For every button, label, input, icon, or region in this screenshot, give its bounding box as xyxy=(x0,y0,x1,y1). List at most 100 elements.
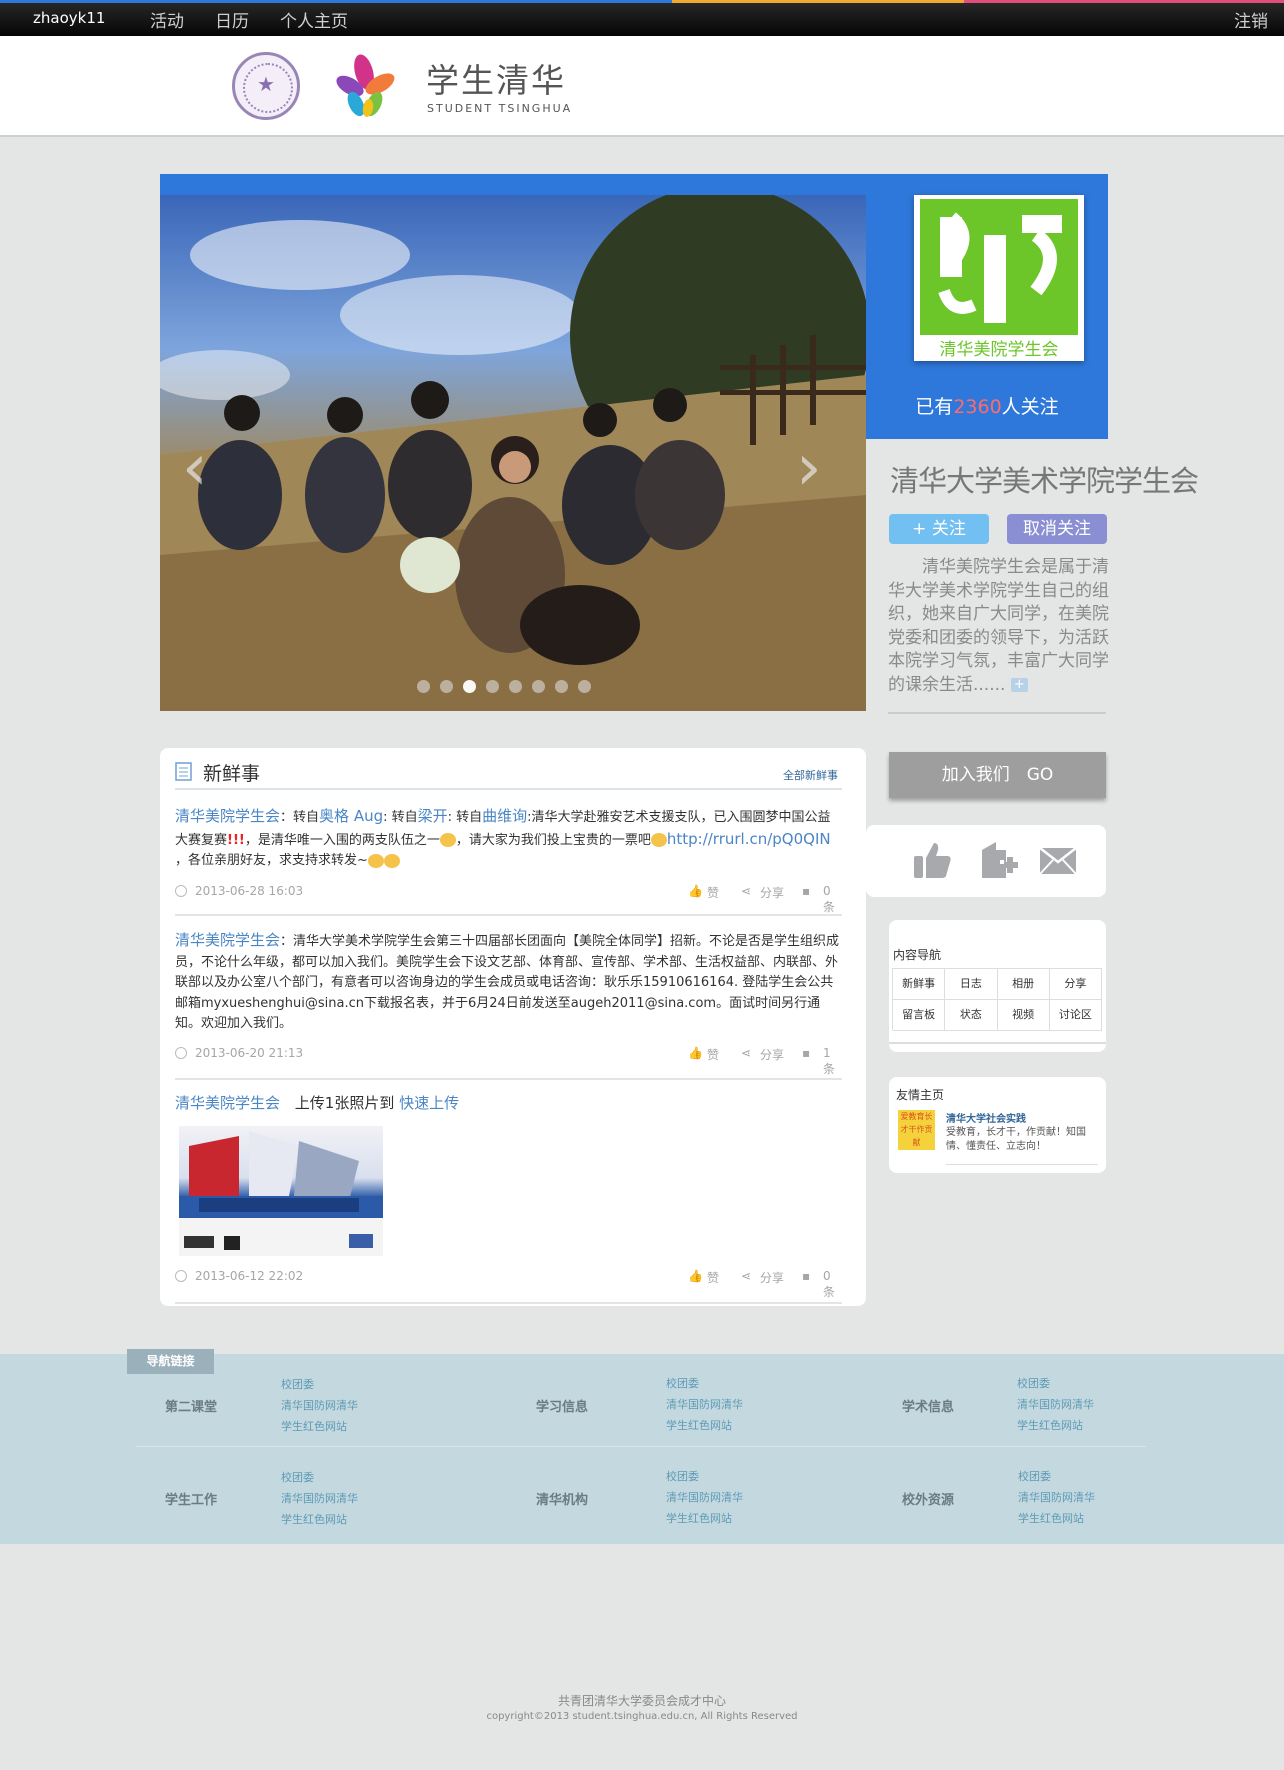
slideshow-dot[interactable] xyxy=(578,680,591,693)
nav-item-status[interactable]: 状态 xyxy=(945,1000,998,1031)
footer-link[interactable]: 学生红色网站 xyxy=(281,1418,347,1434)
slideshow-dot[interactable] xyxy=(555,680,568,693)
student-tsinghua-flower-icon[interactable] xyxy=(328,50,400,122)
nav-activities[interactable]: 活动 xyxy=(150,7,184,32)
expand-more-icon[interactable]: + xyxy=(1010,677,1028,692)
post-meta: 2013-06-28 16:03 👍 赞 ⋖ 分享 ▪ 0条 xyxy=(175,884,842,914)
uploaded-photo[interactable] xyxy=(179,1126,383,1256)
footer-link[interactable]: 学生红色网站 xyxy=(666,1417,732,1433)
footer-link[interactable]: 清华国防网清华 xyxy=(281,1397,358,1413)
share-icon[interactable]: ⋖ xyxy=(741,1046,751,1060)
footer-link[interactable]: 校团委 xyxy=(666,1375,699,1391)
footer-link[interactable]: 校团委 xyxy=(1018,1468,1051,1484)
nav-profile[interactable]: 个人主页 xyxy=(280,7,348,32)
brand-name[interactable]: 学生清华 xyxy=(426,54,566,102)
site-header: 学生清华 STUDENT TSINGHUA xyxy=(0,36,1284,137)
nav-item-album[interactable]: 相册 xyxy=(997,969,1050,1000)
all-news-link[interactable]: 全部新鲜事 xyxy=(783,767,838,783)
post-text: ，各位亲朋好友，求支持求转发~ xyxy=(175,853,368,868)
post-author-link[interactable]: 清华美院学生会 xyxy=(175,931,280,949)
feed-header xyxy=(175,758,842,790)
friend-page-link[interactable]: 清华大学社会实践 xyxy=(946,1110,1026,1125)
follow-button[interactable]: + 关注 xyxy=(889,514,989,544)
user-link[interactable]: 奥格 Aug xyxy=(319,807,383,825)
share-icon[interactable]: ⋖ xyxy=(741,1269,751,1283)
comment-icon[interactable]: ▪ xyxy=(802,884,810,898)
logout-link[interactable]: 注销 xyxy=(1234,7,1268,32)
comment-icon[interactable]: ▪ xyxy=(802,1269,810,1283)
footer-category: 校外资源 xyxy=(902,1493,955,1508)
footer-link[interactable]: 学生红色网站 xyxy=(1018,1510,1084,1526)
user-link[interactable]: 梁开 xyxy=(418,807,448,825)
divider xyxy=(889,1042,1106,1044)
footer-link[interactable]: 学生红色网站 xyxy=(666,1510,732,1526)
slideshow-dot[interactable] xyxy=(509,680,522,693)
join-us-button[interactable]: 加入我们 GO xyxy=(889,752,1106,798)
footer-category: 第二课堂 xyxy=(165,1400,218,1415)
nav-item-blog[interactable]: 日志 xyxy=(945,969,998,1000)
footer-link[interactable]: 校团委 xyxy=(666,1468,699,1484)
comment-count[interactable]: 1条 xyxy=(823,1046,842,1077)
slideshow-dot[interactable] xyxy=(417,680,430,693)
username-link[interactable]: zhaoyk11 xyxy=(33,9,105,27)
share-icon[interactable]: ⋖ xyxy=(741,884,751,898)
slideshow-next-arrow[interactable]: › xyxy=(796,431,822,505)
footer-link[interactable]: 清华国防网清华 xyxy=(666,1396,743,1412)
footer-link[interactable]: 校团委 xyxy=(281,1376,314,1392)
like-button[interactable]: 赞 xyxy=(707,884,719,901)
feed-post: 清华美院学生会：清华大学美术学院学生会第三十四届部长团面向【美院全体同学】招新。… xyxy=(175,930,842,1035)
like-button[interactable]: 赞 xyxy=(707,1046,719,1063)
footer-link[interactable]: 校团委 xyxy=(281,1469,314,1485)
comment-count[interactable]: 0条 xyxy=(823,1269,842,1300)
divider xyxy=(136,1446,1146,1447)
comment-count[interactable]: 0条 xyxy=(823,884,842,915)
nav-item-share[interactable]: 分享 xyxy=(1049,969,1102,1000)
like-icon[interactable]: 👍 xyxy=(688,1269,703,1283)
post-meta: 2013-06-20 21:13 👍 赞 ⋖ 分享 ▪ 1条 xyxy=(175,1046,842,1076)
footer-link[interactable]: 校团委 xyxy=(1017,1375,1050,1391)
nav-item-video[interactable]: 视频 xyxy=(997,1000,1050,1031)
slideshow-photo[interactable]: ‹ › xyxy=(160,195,866,711)
feed-doc-icon xyxy=(175,762,192,781)
slideshow-prev-arrow[interactable]: ‹ xyxy=(182,431,208,505)
nav-item-guestbook[interactable]: 留言板 xyxy=(893,1000,946,1031)
like-button[interactable]: 赞 xyxy=(707,1269,719,1286)
add-page-icon[interactable] xyxy=(978,840,1018,880)
footer-link[interactable]: 学生红色网站 xyxy=(1017,1417,1083,1433)
slideshow-dot[interactable] xyxy=(463,680,476,693)
nav-calendar[interactable]: 日历 xyxy=(215,7,249,32)
footer-link[interactable]: 学生红色网站 xyxy=(281,1511,347,1527)
follow-prefix: 已有 xyxy=(915,396,954,418)
like-icon[interactable]: 👍 xyxy=(688,884,703,898)
footer-link[interactable]: 清华国防网清华 xyxy=(1017,1396,1094,1412)
thumbs-emoji-icon xyxy=(439,833,456,847)
social-practice-logo[interactable]: 爱教育长才干作贡献 xyxy=(898,1110,935,1150)
post-author-link[interactable]: 清华美院学生会 xyxy=(175,807,280,825)
footer-link[interactable]: 清华国防网清华 xyxy=(1018,1489,1095,1505)
short-url-link[interactable]: http://rrurl.cn/pQ0QIN xyxy=(667,830,831,848)
org-intro: 清华美院学生会是属于清华大学美术学院学生自己的组织，她来自广大同学，在美院党委和… xyxy=(888,556,1114,697)
user-link[interactable]: 曲维询 xyxy=(482,807,527,825)
share-button[interactable]: 分享 xyxy=(760,1046,784,1063)
album-link[interactable]: 快速上传 xyxy=(399,1094,459,1112)
post-author-link[interactable]: 清华美院学生会 xyxy=(175,1094,280,1112)
unfollow-button[interactable]: 取消关注 xyxy=(1007,514,1107,544)
share-button[interactable]: 分享 xyxy=(760,884,784,901)
footer-link[interactable]: 清华国防网清华 xyxy=(281,1490,358,1506)
nav-item-news[interactable]: 新鲜事 xyxy=(893,969,946,1000)
like-icon[interactable]: 👍 xyxy=(688,1046,703,1060)
tsinghua-seal-icon[interactable] xyxy=(232,52,300,120)
smile-emoji-icon xyxy=(650,833,667,847)
nav-item-discussion[interactable]: 讨论区 xyxy=(1049,1000,1102,1031)
slideshow-dot[interactable] xyxy=(486,680,499,693)
slideshow-dot[interactable] xyxy=(532,680,545,693)
org-avatar[interactable]: 清华美院学生会 xyxy=(914,195,1084,361)
mail-icon[interactable] xyxy=(1038,840,1078,880)
feed-post: 清华美院学生会 上传1张照片到 快速上传 xyxy=(175,1092,842,1113)
comment-icon[interactable]: ▪ xyxy=(802,1046,810,1060)
footer-link[interactable]: 清华国防网清华 xyxy=(666,1489,743,1505)
share-button[interactable]: 分享 xyxy=(760,1269,784,1286)
footer-category: 学生工作 xyxy=(165,1493,218,1508)
slideshow-dot[interactable] xyxy=(440,680,453,693)
thumbs-up-icon[interactable] xyxy=(912,840,952,880)
